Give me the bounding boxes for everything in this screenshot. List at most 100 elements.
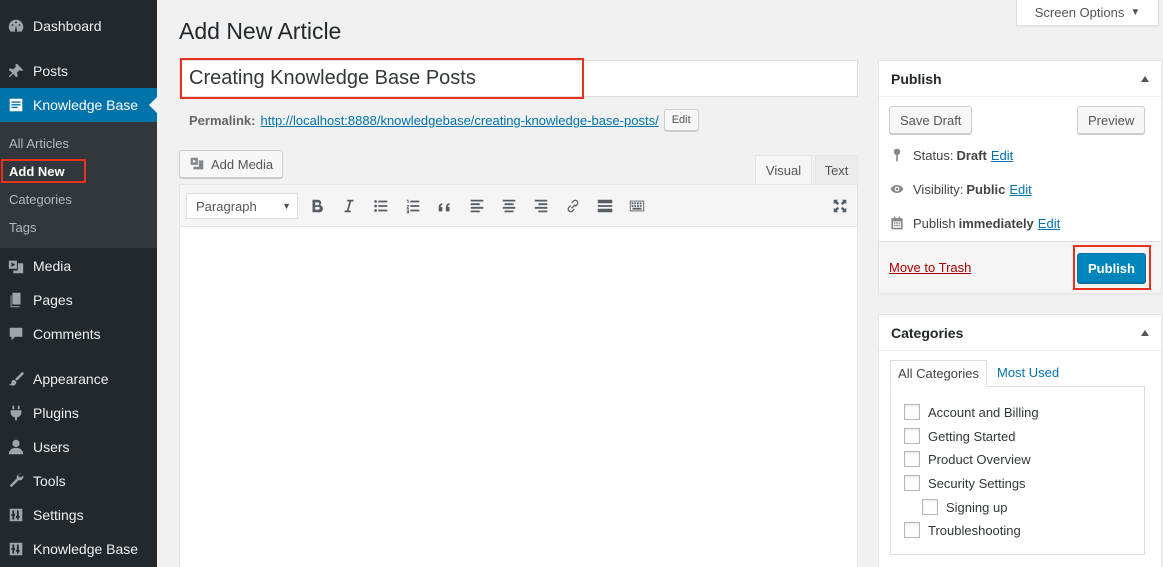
screen-options-button[interactable]: Screen Options ▼: [1016, 0, 1159, 26]
status-edit-link[interactable]: Edit: [991, 148, 1013, 163]
document-icon: [6, 95, 26, 115]
fullscreen-icon[interactable]: [830, 196, 850, 216]
pin-icon: [6, 61, 26, 81]
highlight-title: [180, 58, 584, 99]
publish-time-value: immediately: [958, 215, 1034, 231]
toolbar-toggle-icon[interactable]: [627, 196, 647, 216]
publish-time-row: Publish immediately Edit: [889, 215, 1060, 231]
read-more-icon[interactable]: [595, 196, 615, 216]
permalink-label: Permalink:: [189, 112, 256, 128]
visibility-edit-link[interactable]: Edit: [1009, 182, 1031, 197]
category-label: Signing up: [946, 499, 1008, 515]
align-left-icon[interactable]: [467, 196, 487, 216]
category-item[interactable]: Signing up: [922, 499, 1007, 515]
category-checkbox[interactable]: [904, 475, 920, 491]
pin-icon: [893, 148, 901, 162]
submenu-tags[interactable]: Tags: [9, 220, 36, 235]
menu-label: Tools: [33, 473, 66, 489]
comment-icon: [6, 324, 26, 344]
permalink-row: Permalink: http://localhost:8888/knowled…: [189, 109, 699, 131]
category-label: Troubleshooting: [928, 522, 1021, 538]
visibility-row: Visibility: Public Edit: [889, 181, 1032, 197]
menu-comments[interactable]: Comments: [0, 317, 157, 351]
menu-label: Dashboard: [33, 18, 102, 34]
tab-text[interactable]: Text: [815, 155, 858, 184]
menu-knowledge-base-settings[interactable]: Knowledge Base: [0, 532, 157, 566]
category-checkbox[interactable]: [904, 428, 920, 444]
permalink-edit-button[interactable]: Edit: [663, 109, 699, 131]
editor-toolbar: Paragraph ▼: [180, 185, 857, 227]
add-media-label: Add Media: [211, 156, 274, 172]
menu-dashboard[interactable]: Dashboard: [0, 9, 157, 43]
publish-box-header[interactable]: Publish: [879, 61, 1161, 97]
menu-plugins[interactable]: Plugins: [0, 396, 157, 430]
caret-down-icon: ▼: [1130, 7, 1141, 18]
tab-most-used[interactable]: Most Used: [997, 365, 1059, 380]
menu-users[interactable]: Users: [0, 430, 157, 464]
category-item[interactable]: Account and Billing: [904, 404, 1039, 420]
category-checkbox[interactable]: [904, 404, 920, 420]
menu-pages[interactable]: Pages: [0, 283, 157, 317]
menu-posts[interactable]: Posts: [0, 54, 157, 88]
category-checkbox[interactable]: [904, 451, 920, 467]
submenu-all-articles[interactable]: All Articles: [9, 136, 69, 151]
settings-icon: [6, 539, 26, 559]
add-media-button[interactable]: Add Media: [179, 150, 284, 178]
align-right-icon[interactable]: [531, 196, 551, 216]
user-icon: [6, 437, 26, 457]
menu-settings[interactable]: Settings: [0, 498, 157, 532]
categories-box-header[interactable]: Categories: [879, 315, 1161, 351]
preview-button[interactable]: Preview: [1077, 106, 1146, 134]
pages-icon: [6, 290, 26, 310]
admin-sidebar: Dashboard Posts Knowledge Base All Artic…: [0, 0, 157, 567]
collapse-arrow-icon[interactable]: [1141, 75, 1149, 82]
menu-label: Comments: [33, 326, 101, 342]
permalink-link[interactable]: http://localhost:8888/knowledgebase/crea…: [260, 113, 658, 128]
wrench-icon: [6, 471, 26, 491]
blockquote-icon[interactable]: [435, 196, 455, 216]
category-item[interactable]: Product Overview: [904, 451, 1031, 467]
category-item[interactable]: Getting Started: [904, 428, 1015, 444]
publish-time-edit-link[interactable]: Edit: [1038, 216, 1060, 231]
link-icon[interactable]: [563, 196, 583, 216]
menu-label: Settings: [33, 507, 84, 523]
tab-visual[interactable]: Visual: [755, 155, 812, 185]
category-item[interactable]: Security Settings: [904, 475, 1026, 491]
eye-icon: [890, 185, 904, 193]
menu-label: Knowledge Base: [33, 97, 139, 113]
publish-box-title: Publish: [891, 70, 942, 87]
menu-label: Plugins: [33, 405, 79, 421]
bold-icon[interactable]: [307, 196, 327, 216]
brush-icon: [6, 369, 26, 389]
submenu-categories[interactable]: Categories: [9, 192, 72, 207]
category-checkbox[interactable]: [904, 522, 920, 538]
collapse-arrow-icon[interactable]: [1141, 329, 1149, 336]
category-item[interactable]: Troubleshooting: [904, 522, 1021, 538]
move-to-trash-link[interactable]: Move to Trash: [889, 260, 971, 275]
category-label: Product Overview: [928, 451, 1031, 467]
align-center-icon[interactable]: [499, 196, 519, 216]
media-icon: [6, 256, 26, 276]
category-label: Getting Started: [928, 428, 1016, 444]
menu-tools[interactable]: Tools: [0, 464, 157, 498]
status-value: Draft: [956, 147, 987, 163]
menu-label: Posts: [33, 63, 69, 79]
italic-icon[interactable]: [339, 196, 359, 216]
plugin-icon: [6, 403, 26, 423]
menu-knowledge-base[interactable]: Knowledge Base: [0, 88, 157, 122]
menu-label: Knowledge Base: [33, 541, 139, 557]
tab-all-categories[interactable]: All Categories: [890, 360, 987, 387]
caret-down-icon: ▼: [282, 201, 291, 211]
menu-media[interactable]: Media: [0, 249, 157, 283]
menu-label: Media: [33, 258, 72, 274]
category-checkbox[interactable]: [922, 499, 938, 515]
editor-area[interactable]: Paragraph ▼: [179, 184, 858, 567]
format-select[interactable]: Paragraph ▼: [186, 193, 298, 219]
menu-appearance[interactable]: Appearance: [0, 362, 157, 396]
visibility-value: Public: [966, 181, 1006, 197]
bullet-list-icon[interactable]: [371, 196, 391, 216]
save-draft-button[interactable]: Save Draft: [889, 106, 973, 134]
numbered-list-icon[interactable]: [403, 196, 423, 216]
menu-label: Pages: [33, 292, 73, 308]
menu-label: Users: [33, 439, 70, 455]
